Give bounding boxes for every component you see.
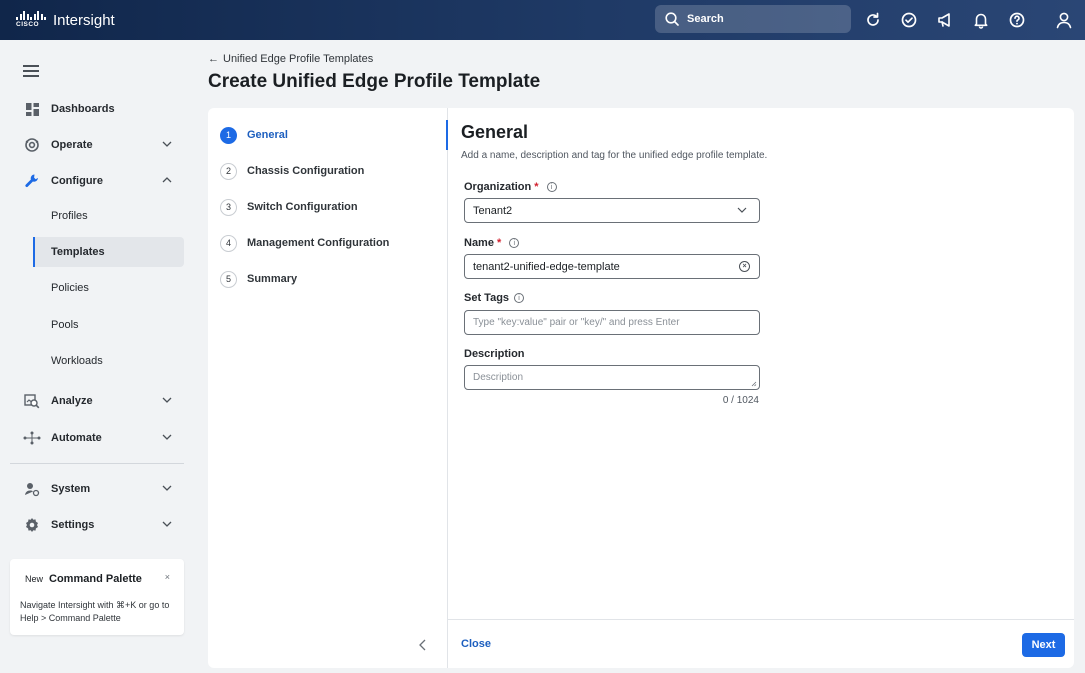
search-placeholder: Search xyxy=(687,13,724,25)
step-number: 5 xyxy=(220,270,237,288)
sidebar-item-label: Settings xyxy=(51,519,95,531)
set-tags-input[interactable]: Type "key:value" pair or "key/" and pres… xyxy=(464,310,760,335)
description-placeholder: Description xyxy=(473,372,524,383)
step-number: 2 xyxy=(220,162,237,180)
sidebar-item-label: Analyze xyxy=(51,395,93,407)
operate-icon xyxy=(23,136,41,154)
sidebar-item-operate[interactable]: Operate xyxy=(10,130,184,160)
page-title: Create Unified Edge Profile Template xyxy=(208,71,541,92)
top-bar: CISCO Intersight Search xyxy=(0,0,1085,40)
clear-icon[interactable]: × xyxy=(739,261,750,272)
system-icon xyxy=(23,480,41,498)
resize-handle-icon xyxy=(751,381,757,387)
sidebar-item-dashboards[interactable]: Dashboards xyxy=(10,94,184,124)
sidebar-item-label: Dashboards xyxy=(51,103,115,115)
wrench-icon xyxy=(23,172,41,190)
check-circle-icon[interactable] xyxy=(898,9,920,31)
sidebar-subitem-workloads[interactable]: Workloads xyxy=(33,346,184,376)
wizard-card: 1 General 2 Chassis Configuration 3 Swit… xyxy=(208,108,1074,668)
command-palette-card: New Command Palette × Navigate Intersigh… xyxy=(10,559,184,635)
sidebar-item-label: System xyxy=(51,483,91,495)
bell-icon[interactable] xyxy=(970,9,992,31)
sidebar-subitem-profiles[interactable]: Profiles xyxy=(33,201,184,231)
step-number: 4 xyxy=(220,234,237,252)
sidebar-item-analyze[interactable]: Analyze xyxy=(10,386,184,416)
automate-icon xyxy=(23,429,41,447)
wizard-steps: 1 General 2 Chassis Configuration 3 Swit… xyxy=(208,108,448,668)
search-icon xyxy=(665,12,679,26)
breadcrumb-label: Unified Edge Profile Templates xyxy=(223,53,374,65)
dashboard-icon xyxy=(23,100,41,118)
step-number: 3 xyxy=(220,198,237,216)
organization-label: Organization * i xyxy=(464,181,557,193)
chevron-down-icon xyxy=(162,485,172,491)
close-icon[interactable]: × xyxy=(165,572,170,582)
wizard-footer: Close Next xyxy=(448,619,1074,668)
organization-select[interactable]: Tenant2 xyxy=(464,198,760,223)
sidebar-divider xyxy=(10,463,184,464)
chevron-left-icon[interactable] xyxy=(418,638,428,656)
step-management-configuration[interactable]: 4 Management Configuration xyxy=(220,233,389,253)
step-chassis-configuration[interactable]: 2 Chassis Configuration xyxy=(220,161,364,181)
info-icon[interactable]: i xyxy=(514,293,525,303)
description-label: Description xyxy=(464,348,525,360)
step-label: General xyxy=(247,129,288,141)
megaphone-icon[interactable] xyxy=(934,9,956,31)
description-textarea[interactable]: Description xyxy=(464,365,760,390)
sidebar-item-label: Operate xyxy=(51,139,93,151)
next-button[interactable]: Next xyxy=(1022,633,1065,657)
chevron-up-icon xyxy=(162,177,172,183)
name-input[interactable]: tenant2-unified-edge-template × xyxy=(464,254,760,279)
sidebar-item-system[interactable]: System xyxy=(10,474,184,504)
info-icon[interactable]: i xyxy=(509,238,520,248)
step-general[interactable]: 1 General xyxy=(220,125,288,145)
analyze-icon xyxy=(23,392,41,410)
refresh-icon[interactable] xyxy=(862,9,884,31)
info-icon[interactable]: i xyxy=(546,182,557,192)
arrow-left-icon: ← xyxy=(208,53,219,65)
chevron-down-icon xyxy=(737,207,747,213)
step-number: 1 xyxy=(220,126,237,144)
sidebar-item-settings[interactable]: Settings xyxy=(10,510,184,540)
hamburger-menu-icon[interactable] xyxy=(23,65,39,77)
app-title: Intersight xyxy=(53,11,115,29)
active-step-indicator xyxy=(446,120,448,150)
palette-title: Command Palette xyxy=(49,573,142,585)
search-box[interactable]: Search xyxy=(655,5,851,33)
chevron-down-icon xyxy=(162,397,172,403)
step-label: Switch Configuration xyxy=(247,201,358,213)
step-label: Summary xyxy=(247,273,298,285)
sidebar-item-configure[interactable]: Configure xyxy=(10,166,184,196)
brand[interactable]: CISCO Intersight xyxy=(16,10,115,30)
sidebar-subitem-templates[interactable]: Templates xyxy=(33,237,184,267)
section-title: General xyxy=(461,122,529,142)
description-counter: 0 / 1024 xyxy=(722,395,759,406)
help-icon[interactable] xyxy=(1006,9,1028,31)
sidebar: Dashboards Operate Configure Profiles Te… xyxy=(0,40,196,673)
close-button[interactable]: Close xyxy=(461,638,491,650)
sidebar-item-label: Configure xyxy=(51,175,103,187)
sidebar-item-label: Automate xyxy=(51,432,102,444)
name-label: Name * i xyxy=(464,237,520,249)
settings-icon xyxy=(23,516,41,534)
organization-value: Tenant2 xyxy=(473,204,513,217)
chevron-down-icon xyxy=(162,434,172,440)
new-badge: New xyxy=(25,574,44,584)
sidebar-subitem-pools[interactable]: Pools xyxy=(33,310,184,340)
sidebar-item-automate[interactable]: Automate xyxy=(10,423,184,453)
chevron-down-icon xyxy=(162,521,172,527)
breadcrumb-back-link[interactable]: ← Unified Edge Profile Templates xyxy=(208,53,373,65)
palette-body: Navigate Intersight with ⌘+K or go to He… xyxy=(20,600,170,623)
cisco-logo: CISCO xyxy=(16,10,46,30)
set-tags-label: Set Tags i xyxy=(464,292,525,304)
user-icon[interactable] xyxy=(1052,8,1076,32)
name-value: tenant2-unified-edge-template xyxy=(473,260,620,273)
sidebar-subitem-policies[interactable]: Policies xyxy=(33,273,184,303)
step-switch-configuration[interactable]: 3 Switch Configuration xyxy=(220,197,358,217)
section-description: Add a name, description and tag for the … xyxy=(461,150,768,161)
chevron-down-icon xyxy=(162,141,172,147)
step-label: Management Configuration xyxy=(247,237,390,249)
step-label: Chassis Configuration xyxy=(247,165,365,177)
step-summary[interactable]: 5 Summary xyxy=(220,269,297,289)
